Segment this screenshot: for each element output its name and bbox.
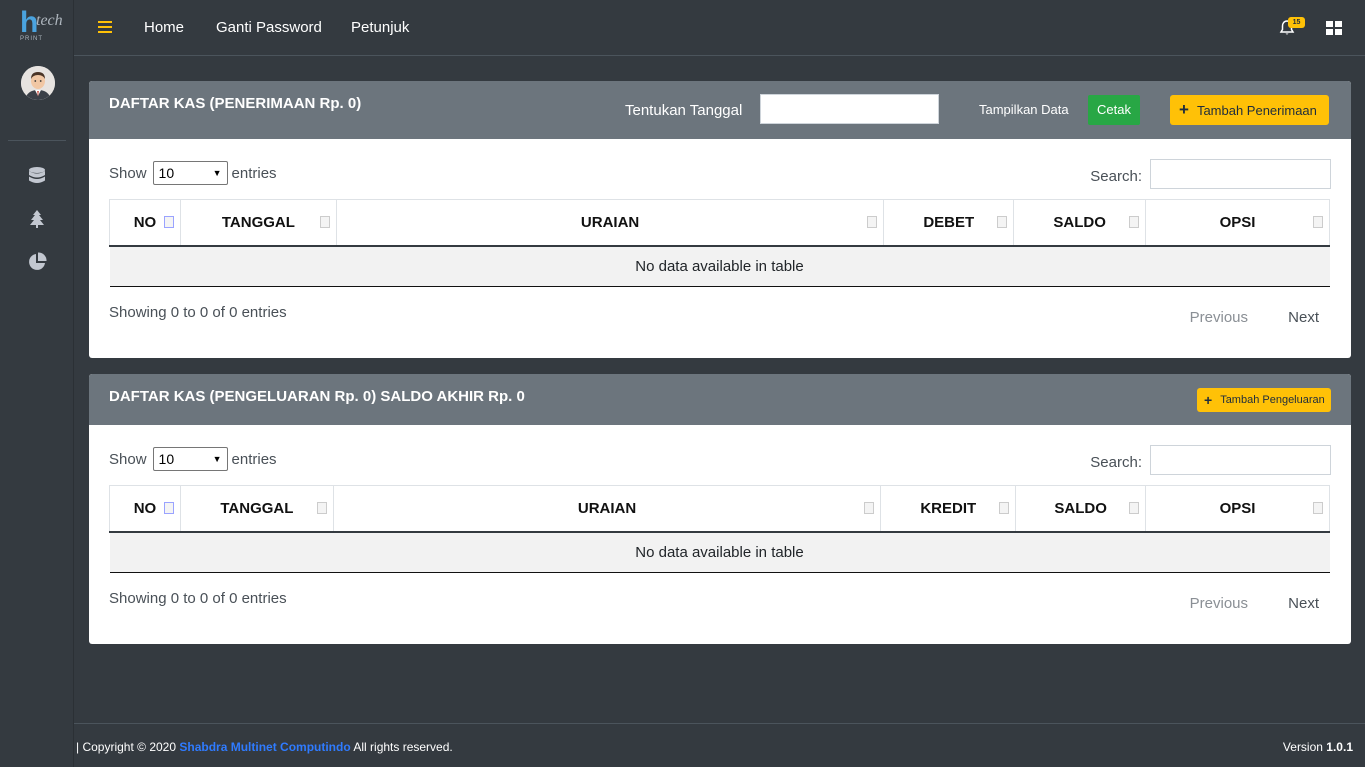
tampilkan-data-button[interactable]: Tampilkan Data: [979, 102, 1069, 117]
rights-text: All rights reserved.: [353, 740, 453, 754]
footer-copyright: | Copyright © 2020 Shabdra Multinet Comp…: [76, 740, 453, 754]
sort-icon: [316, 502, 327, 514]
penerimaan-card-header: DAFTAR KAS (PENERIMAAN Rp. 0) Tentukan T…: [89, 81, 1351, 139]
table-row: No data available in table: [109, 245, 1330, 287]
sort-icon: [1313, 216, 1323, 228]
entries-select[interactable]: 10 ▼: [152, 161, 228, 185]
grid-icon[interactable]: [1326, 21, 1342, 35]
column-header-saldo[interactable]: SALDO: [1015, 485, 1146, 533]
sort-icon: [867, 216, 878, 228]
column-header-opsi[interactable]: OPSI: [1145, 485, 1330, 533]
empty-message: No data available in table: [109, 245, 1330, 287]
column-header-opsi[interactable]: OPSI: [1145, 199, 1330, 247]
tambah-penerimaan-label: Tambah Penerimaan: [1196, 102, 1317, 118]
tambah-penerimaan-button[interactable]: + Tambah Penerimaan: [1170, 95, 1329, 125]
database-icon[interactable]: [27, 166, 47, 186]
entries-control: Show 10 ▼ entries: [109, 447, 277, 471]
entries-control: Show 10 ▼ entries: [109, 161, 277, 185]
plus-icon: +: [1204, 392, 1213, 408]
caret-down-icon: ▼: [212, 454, 222, 464]
search-label: Search:: [1090, 454, 1142, 471]
column-header-saldo[interactable]: SALDO: [1013, 199, 1146, 247]
table-info: Showing 0 to 0 of 0 entries: [109, 304, 287, 321]
sort-icon: [999, 502, 1010, 514]
show-label: Show: [109, 164, 147, 182]
next-button[interactable]: Next: [1288, 309, 1319, 326]
sort-icon: [864, 502, 875, 514]
caret-down-icon: ▼: [212, 168, 222, 178]
column-header-no[interactable]: NO: [109, 199, 181, 247]
search-input[interactable]: [1150, 445, 1331, 475]
entries-select-value: 10: [158, 165, 175, 181]
column-header-kredit[interactable]: KREDIT: [880, 485, 1016, 533]
topbar: Home Ganti Password Petunjuk 15: [74, 0, 1365, 56]
footer-version: Version 1.0.1: [1283, 740, 1353, 754]
version-label: Version: [1282, 740, 1323, 754]
column-header-tanggal[interactable]: TANGGAL: [179, 199, 337, 247]
entries-label: entries: [231, 450, 277, 468]
plus-icon: +: [1179, 100, 1189, 119]
notification-badge: 15: [1288, 17, 1305, 28]
sort-icon: [1313, 502, 1323, 514]
user-avatar-icon: [21, 66, 55, 100]
hamburger-icon[interactable]: [98, 21, 112, 33]
penerimaan-title: DAFTAR KAS (PENERIMAAN Rp. 0): [109, 95, 362, 112]
show-label: Show: [109, 450, 147, 468]
pie-chart-icon[interactable]: [27, 252, 47, 272]
footer: | Copyright © 2020 Shabdra Multinet Comp…: [74, 723, 1365, 767]
logo-script: tech: [36, 12, 63, 29]
tree-icon[interactable]: [27, 209, 47, 229]
company-link[interactable]: Shabdra Multinet Computindo: [179, 740, 350, 754]
column-header-tanggal[interactable]: TANGGAL: [179, 485, 334, 533]
sort-asc-icon: [163, 216, 174, 228]
nav-ganti-password[interactable]: Ganti Password: [216, 19, 322, 36]
table-row: No data available in table: [109, 531, 1330, 573]
search-label: Search:: [1090, 168, 1142, 185]
sort-icon: [1129, 216, 1140, 228]
cetak-button[interactable]: Cetak: [1088, 95, 1140, 125]
column-header-no[interactable]: NO: [109, 485, 181, 533]
sort-icon: [997, 216, 1008, 228]
column-header-debet[interactable]: DEBET: [883, 199, 1014, 247]
tambah-pengeluaran-button[interactable]: + Tambah Pengeluaran: [1197, 388, 1331, 412]
pengeluaran-table: NO TANGGAL URAIAN KREDIT SALDO OPSI No d…: [109, 485, 1330, 573]
date-label: Tentukan Tanggal: [625, 102, 743, 119]
entries-label: entries: [231, 164, 277, 182]
pengeluaran-card-header: DAFTAR KAS (PENGELUARAN Rp. 0) SALDO AKH…: [89, 374, 1351, 425]
search-input[interactable]: [1150, 159, 1331, 189]
pengeluaran-title: DAFTAR KAS (PENGELUARAN Rp. 0) SALDO AKH…: [109, 388, 525, 405]
entries-select[interactable]: 10 ▼: [152, 447, 228, 471]
logo-sub: PRINT: [20, 36, 43, 42]
table-info: Showing 0 to 0 of 0 entries: [109, 590, 287, 607]
previous-button[interactable]: Previous: [1190, 595, 1248, 612]
column-header-uraian[interactable]: URAIAN: [335, 199, 884, 247]
next-button[interactable]: Next: [1288, 595, 1319, 612]
previous-button[interactable]: Previous: [1190, 309, 1248, 326]
logo[interactable]: h tech PRINT: [18, 8, 76, 44]
sidebar: h tech PRINT: [0, 0, 74, 767]
sort-icon: [319, 216, 330, 228]
pengeluaran-card: DAFTAR KAS (PENGELUARAN Rp. 0) SALDO AKH…: [89, 374, 1351, 644]
version-number: 1.0.1: [1326, 740, 1353, 754]
column-header-uraian[interactable]: URAIAN: [332, 485, 881, 533]
tambah-pengeluaran-label: Tambah Pengeluaran: [1220, 394, 1325, 406]
entries-select-value: 10: [158, 451, 175, 467]
penerimaan-table: NO TANGGAL URAIAN DEBET SALDO OPSI No da…: [109, 199, 1330, 287]
sort-asc-icon: [163, 502, 174, 514]
penerimaan-card: DAFTAR KAS (PENERIMAAN Rp. 0) Tentukan T…: [89, 81, 1351, 358]
date-input[interactable]: [760, 94, 939, 124]
avatar[interactable]: [21, 66, 55, 100]
copyright-text: | Copyright © 2020: [76, 740, 177, 754]
sort-icon: [1129, 502, 1140, 514]
nav-home[interactable]: Home: [144, 19, 184, 36]
sidebar-divider: [8, 140, 66, 141]
nav-petunjuk[interactable]: Petunjuk: [351, 19, 409, 36]
empty-message: No data available in table: [109, 531, 1330, 573]
